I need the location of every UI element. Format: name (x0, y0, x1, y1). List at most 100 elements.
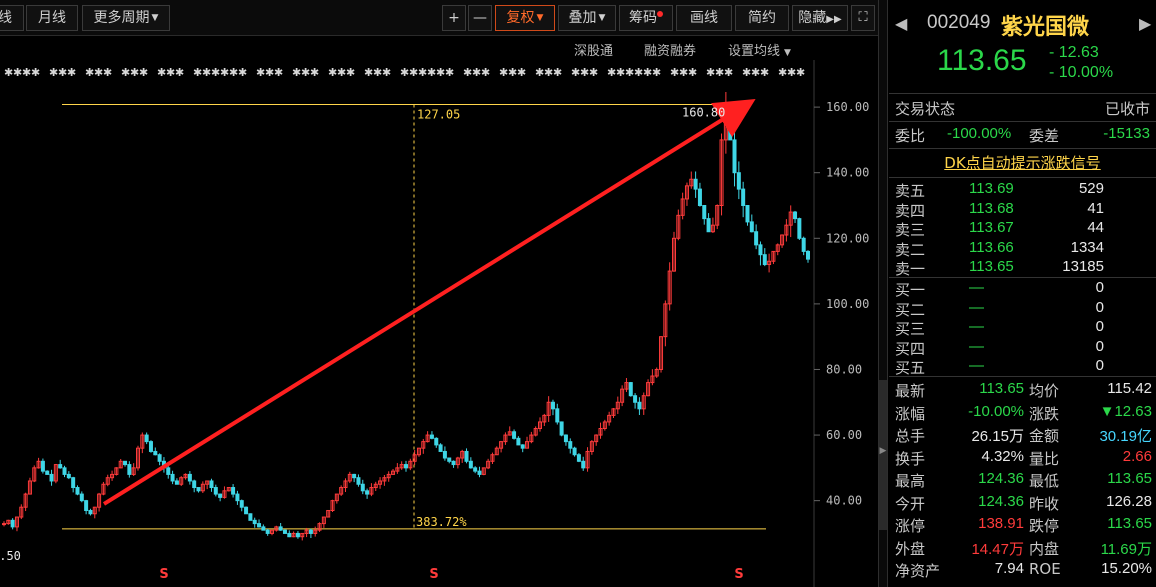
event-marker-icon[interactable]: ✱ (301, 66, 310, 79)
asks-row[interactable]: 卖四 113.68 41 (889, 200, 1156, 220)
event-marker-icon[interactable]: ✱ (364, 66, 373, 79)
event-marker-icon[interactable]: ✱ (211, 66, 220, 79)
event-marker-icon[interactable]: ✱ (373, 66, 382, 79)
zoom-out-button[interactable]: — (468, 5, 492, 31)
event-marker-icon[interactable]: ✱ (337, 66, 346, 79)
signal-marker[interactable]: S (734, 567, 743, 582)
event-marker-icon[interactable]: ✱ (778, 66, 787, 79)
zoom-in-button[interactable]: + (442, 5, 466, 31)
simple-mode-button[interactable]: 简约 (735, 5, 789, 31)
event-marker-icon[interactable]: ✱ (706, 66, 715, 79)
bids-row[interactable]: 买五 — 0 (889, 357, 1156, 377)
event-marker-icon[interactable]: ✱ (508, 66, 517, 79)
kline-chart[interactable]: ✱ ✱ ✱ ✱ ✱ ✱ ✱ ✱ ✱ ✱ ✱ ✱ ✱ ✱ ✱ ✱ ✱ ✱ ✱ ✱ ✱ ✱ ✱ ✱ ✱ ✱ ✱ ✱ ✱ ✱ ✱ ✱ ✱ ✱ ✱ ✱ ✱ ✱ ✱ ✱… (0, 60, 878, 587)
event-marker-icon[interactable]: ✱ (4, 66, 13, 79)
sz-connect-link[interactable]: 深股通 (574, 40, 613, 59)
event-marker-icon[interactable]: ✱ (787, 66, 796, 79)
event-marker-icon[interactable]: ✱ (688, 66, 697, 79)
asks-row[interactable]: 卖二 113.66 1334 (889, 239, 1156, 259)
event-marker-icon[interactable]: ✱ (418, 66, 427, 79)
event-marker-icon[interactable]: ✱ (310, 66, 319, 79)
bids-row[interactable]: 买四 — 0 (889, 338, 1156, 358)
event-marker-icon[interactable]: ✱ (652, 66, 661, 79)
period-button-month[interactable]: 月线 (26, 5, 78, 31)
event-marker-icon[interactable]: ✱ (436, 66, 445, 79)
event-marker-icon[interactable]: ✱ (121, 66, 130, 79)
fullscreen-button[interactable]: ⛶ (851, 5, 875, 31)
event-marker-icon[interactable]: ✱ (49, 66, 58, 79)
event-marker-icon[interactable]: ✱ (427, 66, 436, 79)
event-marker-icon[interactable]: ✱ (400, 66, 409, 79)
bids-row[interactable]: 买一 — 0 (889, 279, 1156, 299)
signal-marker[interactable]: S (429, 567, 438, 582)
asks-row[interactable]: 卖五 113.69 529 (889, 180, 1156, 200)
event-marker-icon[interactable]: ✱ (58, 66, 67, 79)
event-marker-icon[interactable]: ✱ (346, 66, 355, 79)
event-marker-icon[interactable]: ✱ (616, 66, 625, 79)
event-marker-icon[interactable]: ✱ (724, 66, 733, 79)
event-marker-icon[interactable]: ✱ (130, 66, 139, 79)
signal-marker[interactable]: S (159, 567, 168, 582)
event-marker-icon[interactable]: ✱ (715, 66, 724, 79)
event-marker-icon[interactable]: ✱ (742, 66, 751, 79)
hide-button[interactable]: 隐藏▶▶ (792, 5, 848, 31)
event-marker-icon[interactable]: ✱ (517, 66, 526, 79)
event-marker-icon[interactable]: ✱ (175, 66, 184, 79)
event-marker-icon[interactable]: ✱ (643, 66, 652, 79)
event-marker-icon[interactable]: ✱ (481, 66, 490, 79)
period-button-day[interactable]: 线 (0, 5, 24, 31)
event-marker-icon[interactable]: ✱ (625, 66, 634, 79)
event-marker-icon[interactable]: ✱ (463, 66, 472, 79)
event-marker-icon[interactable]: ✱ (103, 66, 112, 79)
overlay-dropdown[interactable]: 叠加 ▼ (558, 5, 616, 31)
event-marker-icon[interactable]: ✱ (22, 66, 31, 79)
event-marker-icon[interactable]: ✱ (166, 66, 175, 79)
adjust-rights-dropdown[interactable]: 复权 ▼ (495, 5, 555, 31)
more-periods-dropdown[interactable]: 更多周期 ▼ (82, 5, 170, 31)
event-marker-icon[interactable]: ✱ (445, 66, 454, 79)
event-marker-icon[interactable]: ✱ (31, 66, 40, 79)
event-marker-icon[interactable]: ✱ (382, 66, 391, 79)
event-marker-icon[interactable]: ✱ (157, 66, 166, 79)
event-marker-icon[interactable]: ✱ (589, 66, 598, 79)
event-marker-icon[interactable]: ✱ (220, 66, 229, 79)
event-marker-icon[interactable]: ✱ (67, 66, 76, 79)
margin-trading-link[interactable]: 融资融券 (644, 40, 696, 59)
event-marker-icon[interactable]: ✱ (193, 66, 202, 79)
bids-row[interactable]: 买三 — 0 (889, 318, 1156, 338)
event-marker-icon[interactable]: ✱ (229, 66, 238, 79)
event-marker-icon[interactable]: ✱ (796, 66, 805, 79)
event-marker-icon[interactable]: ✱ (760, 66, 769, 79)
event-marker-icon[interactable]: ✱ (553, 66, 562, 79)
event-marker-icon[interactable]: ✱ (139, 66, 148, 79)
event-marker-icon[interactable]: ✱ (292, 66, 301, 79)
collapse-panel-handle[interactable]: ▶ (879, 380, 887, 530)
prev-stock-button[interactable]: ◀ (895, 14, 907, 33)
moving-average-settings[interactable]: 设置均线 ▼ (728, 40, 791, 59)
event-marker-icon[interactable]: ✱ (472, 66, 481, 79)
event-marker-icon[interactable]: ✱ (13, 66, 22, 79)
event-marker-icon[interactable]: ✱ (274, 66, 283, 79)
event-marker-icon[interactable]: ✱ (670, 66, 679, 79)
asks-row[interactable]: 卖三 113.67 44 (889, 219, 1156, 239)
dk-signal-link[interactable]: DK点自动提示涨跌信号 (944, 152, 1100, 173)
asks-row[interactable]: 卖一 113.65 13185 (889, 258, 1156, 278)
event-marker-icon[interactable]: ✱ (202, 66, 211, 79)
event-marker-icon[interactable]: ✱ (751, 66, 760, 79)
event-marker-icon[interactable]: ✱ (499, 66, 508, 79)
event-marker-icon[interactable]: ✱ (256, 66, 265, 79)
event-marker-icon[interactable]: ✱ (634, 66, 643, 79)
event-marker-icon[interactable]: ✱ (85, 66, 94, 79)
event-marker-icon[interactable]: ✱ (238, 66, 247, 79)
draw-line-button[interactable]: 画线 (676, 5, 732, 31)
event-marker-icon[interactable]: ✱ (535, 66, 544, 79)
event-marker-icon[interactable]: ✱ (265, 66, 274, 79)
event-marker-icon[interactable]: ✱ (409, 66, 418, 79)
event-marker-icon[interactable]: ✱ (580, 66, 589, 79)
event-marker-icon[interactable]: ✱ (328, 66, 337, 79)
event-marker-icon[interactable]: ✱ (679, 66, 688, 79)
bids-row[interactable]: 买二 — 0 (889, 299, 1156, 319)
event-marker-icon[interactable]: ✱ (94, 66, 103, 79)
event-marker-icon[interactable]: ✱ (607, 66, 616, 79)
event-marker-icon[interactable]: ✱ (544, 66, 553, 79)
